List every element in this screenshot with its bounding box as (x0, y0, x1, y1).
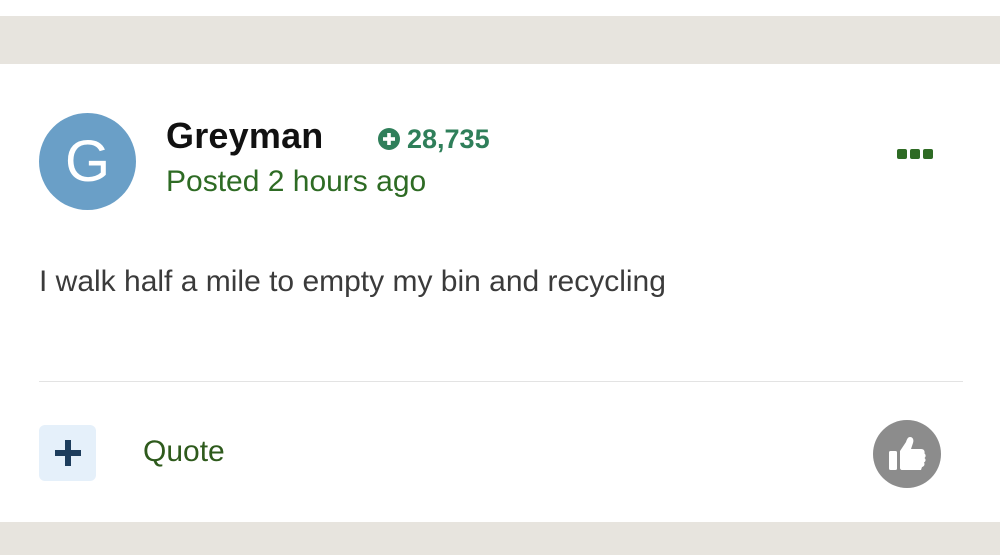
reputation-badge: 28,735 (377, 124, 490, 154)
multiquote-button[interactable] (39, 425, 96, 481)
plus-icon (54, 440, 81, 466)
post-body: I walk half a mile to empty my bin and r… (39, 265, 666, 298)
author-name[interactable]: Greyman (166, 116, 323, 156)
post-card: G Greyman 28,735 Posted 2 hours ago I wa… (0, 64, 1000, 522)
thumbs-up-icon (889, 437, 926, 470)
posted-time: Posted 2 hours ago (166, 165, 427, 198)
more-options-button[interactable] (889, 140, 941, 168)
divider (39, 381, 963, 382)
like-button[interactable] (873, 420, 941, 488)
page-top-strip (0, 0, 1000, 16)
avatar[interactable]: G (39, 113, 136, 210)
ellipsis-icon (897, 149, 907, 159)
ellipsis-icon (910, 149, 920, 159)
quote-button[interactable]: Quote (143, 433, 225, 471)
plus-circle-icon (378, 128, 400, 150)
ellipsis-icon (923, 149, 933, 159)
reputation-count: 28,735 (407, 124, 490, 154)
